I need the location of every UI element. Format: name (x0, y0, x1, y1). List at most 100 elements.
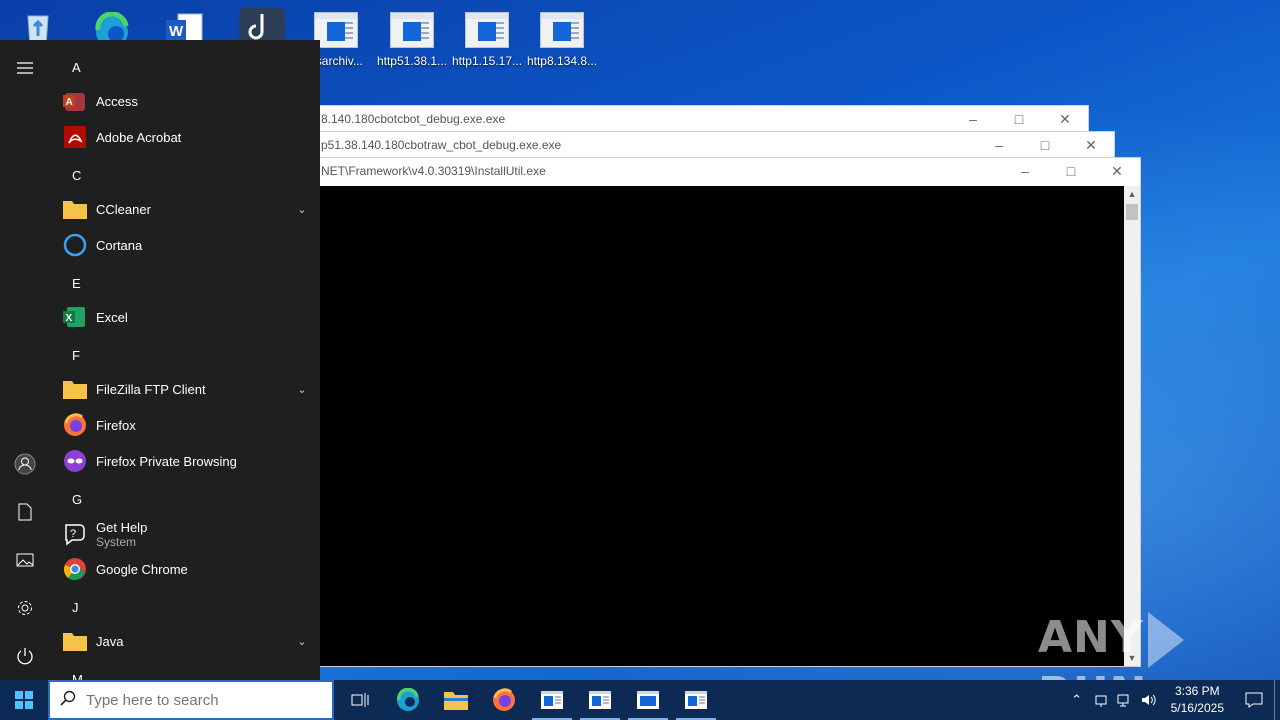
app-item-java[interactable]: Java ⌄ (62, 623, 310, 659)
get-help-icon: ? (62, 521, 88, 547)
network-alert-icon[interactable] (1089, 680, 1113, 720)
taskbar-edge[interactable] (384, 680, 432, 720)
app-item-google-chrome[interactable]: Google Chrome (62, 551, 310, 587)
executable-icon (314, 12, 358, 48)
taskbar-console-1[interactable] (528, 680, 576, 720)
clock[interactable]: 3:36 PM 5/16/2025 (1161, 683, 1234, 717)
volume-icon[interactable] (1137, 680, 1161, 720)
desktop-icon-label: http8.134.8... (526, 54, 598, 68)
edge-icon (397, 688, 419, 711)
taskbar-console-3[interactable] (624, 680, 672, 720)
executable-icon (465, 12, 509, 48)
clock-date: 5/16/2025 (1170, 701, 1224, 715)
desktop-icon-exe-2[interactable]: http51.38.1... (376, 6, 448, 68)
show-desktop-button[interactable] (1274, 680, 1280, 720)
chevron-up-icon[interactable]: ⌃ (1065, 680, 1089, 720)
section-letter[interactable]: J (72, 600, 79, 615)
minimize-button[interactable]: – (976, 132, 1022, 158)
window-title: NET\Framework\v4.0.30319\InstallUtil.exe (321, 164, 546, 178)
search-input[interactable] (86, 691, 316, 709)
close-button[interactable]: ✕ (1094, 158, 1140, 184)
window-title: p51.38.140.180cbotraw_cbot_debug.exe.exe (321, 138, 562, 152)
pictures-icon[interactable] (0, 540, 50, 580)
section-letter[interactable]: C (72, 168, 81, 183)
console-window-icon (589, 691, 611, 709)
close-button[interactable]: ✕ (1042, 106, 1088, 132)
settings-gear-icon[interactable] (0, 588, 50, 628)
app-item-filezilla[interactable]: FileZilla FTP Client ⌄ (62, 371, 310, 407)
maximize-button[interactable]: □ (1022, 132, 1068, 158)
folder-icon (62, 376, 88, 402)
console-output[interactable] (301, 186, 1124, 666)
file-explorer-icon (444, 692, 468, 710)
svg-text:X: X (66, 313, 73, 324)
desktop-icon-exe-3[interactable]: http1.15.17... (451, 6, 523, 68)
power-icon[interactable] (0, 636, 50, 676)
app-item-firefox[interactable]: Firefox (62, 407, 310, 443)
task-view-button[interactable] (336, 680, 384, 720)
desktop-icon-exe-4[interactable]: http8.134.8... (526, 6, 598, 68)
documents-icon[interactable] (0, 492, 50, 532)
app-item-ccleaner[interactable]: CCleaner ⌄ (62, 191, 310, 227)
desktop-icon-label: http51.38.1... (376, 54, 448, 68)
app-item-adobe-acrobat[interactable]: Adobe Acrobat (62, 119, 310, 155)
folder-icon (62, 628, 88, 654)
app-name: Java (96, 633, 124, 649)
maximize-button[interactable]: □ (996, 106, 1042, 132)
svg-text:A: A (66, 97, 73, 108)
start-button[interactable] (0, 680, 48, 720)
svg-text:W: W (169, 23, 184, 40)
user-account-icon[interactable] (0, 444, 50, 484)
scroll-thumb[interactable] (1126, 204, 1138, 220)
app-item-access[interactable]: A Access (62, 83, 310, 119)
firefox-icon (62, 412, 88, 438)
adobe-acrobat-icon (62, 124, 88, 150)
chevron-down-icon[interactable]: ⌄ (294, 635, 310, 648)
task-view-icon (351, 693, 369, 707)
console-window-icon (541, 691, 563, 709)
app-item-cortana[interactable]: Cortana (62, 227, 310, 263)
app-name: Access (96, 93, 138, 109)
app-item-firefox-private[interactable]: Firefox Private Browsing (62, 443, 310, 479)
window-title: 8.140.180cbotcbot_debug.exe.exe (321, 112, 506, 126)
section-letter[interactable]: F (72, 348, 80, 363)
hamburger-menu-icon[interactable] (0, 48, 50, 88)
chrome-icon (62, 556, 88, 582)
taskbar-file-explorer[interactable] (432, 680, 480, 720)
taskbar-search-box[interactable] (48, 680, 334, 720)
app-item-excel[interactable]: X Excel (62, 299, 310, 335)
section-letter[interactable]: G (72, 492, 82, 507)
app-name: CCleaner (96, 201, 151, 217)
executable-icon (390, 12, 434, 48)
chevron-down-icon[interactable]: ⌄ (294, 203, 310, 216)
app-name: Excel (96, 309, 128, 325)
scroll-up-arrow-icon[interactable]: ▲ (1124, 186, 1140, 202)
taskbar-console-2[interactable] (576, 680, 624, 720)
search-icon (50, 690, 86, 711)
app-name: Get Help (96, 519, 148, 535)
console-window-3[interactable]: NET\Framework\v4.0.30319\InstallUtil.exe… (300, 157, 1141, 667)
app-list: A A Access Adobe Acrobat C CCleaner ⌄ Co… (50, 40, 320, 680)
minimize-button[interactable]: – (1002, 158, 1048, 184)
windows-logo-icon (15, 691, 33, 709)
section-letter[interactable]: E (72, 276, 81, 291)
folder-icon (62, 196, 88, 222)
access-icon: A (62, 88, 88, 114)
section-letter[interactable]: A (72, 60, 81, 75)
chevron-down-icon[interactable]: ⌄ (294, 383, 310, 396)
taskbar-console-4[interactable] (672, 680, 720, 720)
start-menu: A A Access Adobe Acrobat C CCleaner ⌄ Co… (0, 40, 320, 680)
section-letter[interactable]: M (72, 672, 83, 680)
maximize-button[interactable]: □ (1048, 158, 1094, 184)
notifications-icon[interactable] (1234, 680, 1274, 720)
close-button[interactable]: ✕ (1068, 132, 1114, 158)
taskbar-firefox[interactable] (480, 680, 528, 720)
app-item-get-help[interactable]: ? Get Help System (62, 515, 310, 553)
network-icon[interactable] (1113, 680, 1137, 720)
minimize-button[interactable]: – (950, 106, 996, 132)
watermark-left-text: ANY (1038, 612, 1144, 663)
play-logo-icon (1147, 612, 1184, 668)
svg-text:?: ? (70, 528, 76, 540)
vertical-scrollbar[interactable]: ▲ ▼ (1124, 186, 1140, 666)
executable-icon (540, 12, 584, 48)
